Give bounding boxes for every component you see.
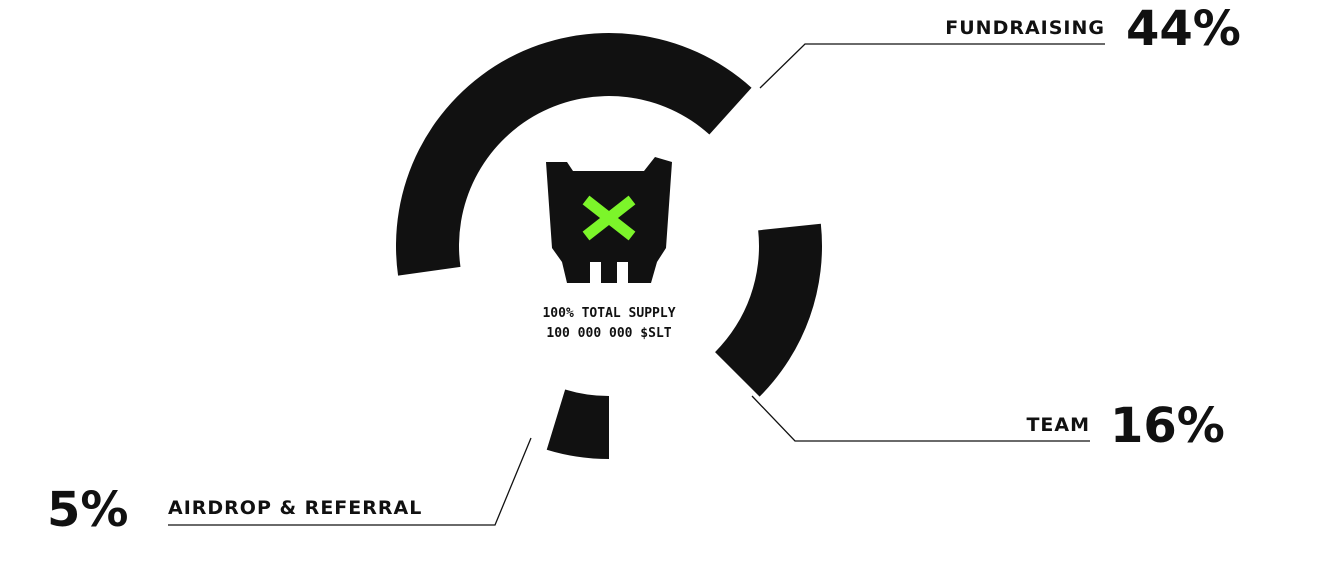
label-airdrop-referral: AIRDROP & REFERRAL: [168, 497, 422, 519]
total-supply-amount: 100 000 000 $SLT: [546, 326, 671, 341]
label-fundraising: FUNDRAISING: [945, 17, 1105, 39]
value-fundraising: 44%: [1126, 1, 1241, 57]
token-logo-icon: [546, 157, 672, 283]
total-supply-text: 100% TOTAL SUPPLY: [542, 306, 675, 321]
label-team: TEAM: [1026, 414, 1090, 436]
value-airdrop-referral: 5%: [47, 482, 129, 538]
token-distribution-chart: 100% TOTAL SUPPLY 100 000 000 $SLT FUNDR…: [47, 1, 1241, 538]
segment-team: [715, 223, 822, 397]
segment-airdrop-referral: [546, 389, 609, 459]
leader-line-fundraising: [759, 43, 1105, 89]
value-team: 16%: [1110, 398, 1225, 454]
